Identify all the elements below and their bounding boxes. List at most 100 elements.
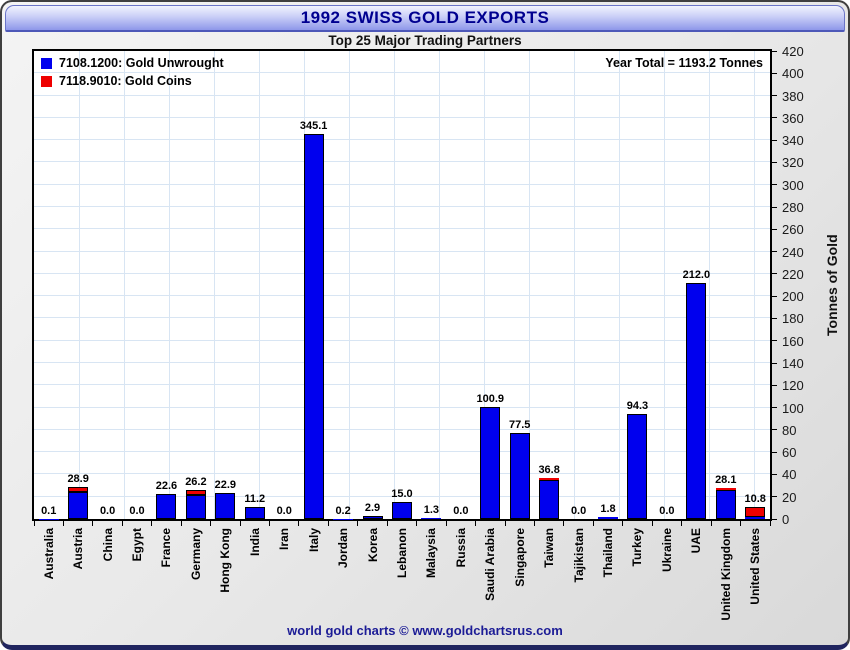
bar-value-label: 28.9: [67, 472, 89, 485]
x-tick: [769, 521, 771, 526]
bar-segment-unwrought: [627, 413, 648, 519]
y-tick: [772, 95, 777, 97]
x-tick: [327, 521, 329, 526]
y-tick: [772, 206, 777, 208]
y-tick-label: 0: [782, 512, 790, 527]
y-tick: [772, 228, 777, 230]
bar-segment-unwrought: [156, 493, 177, 519]
y-tick-label: 380: [782, 88, 804, 104]
x-tick: [504, 521, 506, 526]
y-tick-label: 280: [782, 200, 804, 215]
y-tick-label: 340: [782, 133, 804, 149]
chart-subtitle: Top 25 Major Trading Partners: [328, 33, 522, 48]
y-tick-label: 200: [782, 289, 804, 305]
y-tick: [772, 518, 777, 520]
chart-title: 1992 SWISS GOLD EXPORTS: [300, 8, 550, 27]
y-tick: [772, 295, 777, 297]
x-tick: [681, 521, 683, 526]
y-tick: [772, 429, 777, 431]
title-bar: 1992 SWISS GOLD EXPORTS: [5, 5, 845, 32]
x-label-slot: Malaysia: [417, 528, 446, 628]
x-axis-label: Italy: [306, 528, 321, 553]
x-tick: [210, 521, 212, 526]
x-tick: [239, 521, 241, 526]
legend-swatch-blue: [41, 57, 52, 69]
bar-value-label: 22.9: [214, 479, 237, 492]
bar-value-label: 0.0: [276, 505, 292, 517]
bar-group-united-kingdom: 28.1: [711, 51, 740, 519]
bar-segment-unwrought: [303, 134, 324, 519]
x-label-slot: Germany: [181, 528, 210, 628]
bar-group-saudi-arabia: 100.9: [476, 51, 505, 519]
x-label-slot: Austria: [63, 528, 92, 628]
y-tick-label: 180: [782, 311, 804, 327]
x-tick: [92, 521, 94, 526]
x-label-slot: Jordan: [328, 528, 357, 628]
y-tick-label: 160: [782, 333, 804, 349]
bar-group-india: 11.2: [240, 51, 269, 519]
x-axis-label: India: [247, 528, 262, 557]
x-label-slot: United States: [741, 528, 770, 628]
bar-segment-unwrought: [244, 506, 265, 519]
y-axis-title: Tonnes of Gold: [824, 234, 840, 336]
x-tick: [740, 521, 742, 526]
bar-value-label: 1.8: [600, 503, 616, 515]
y-tick-label: 260: [782, 222, 804, 238]
y-tick-label: 240: [782, 244, 804, 260]
bar-group-austria: 28.9: [63, 51, 92, 519]
legend-item-coins: 7118.9010: Gold Coins: [41, 74, 224, 88]
x-axis-label: United Kingdom: [718, 528, 733, 621]
bar-segment-unwrought: [480, 406, 501, 519]
y-tick-label: 420: [782, 44, 804, 59]
bar-group-iran: 0.0: [270, 51, 299, 519]
x-axis-label: Ukraine: [659, 528, 674, 573]
x-axis-label: Egypt: [130, 528, 145, 562]
bar-value-label: 11.2: [244, 492, 266, 505]
x-axis-label: China: [100, 528, 115, 562]
y-tick: [772, 72, 777, 74]
x-axis-label: Lebanon: [394, 528, 409, 578]
x-axis-label: Germany: [188, 528, 203, 581]
y-tick-label: 360: [782, 110, 804, 126]
x-axis-labels: Australia Austria China Egypt France Germany H…: [34, 528, 770, 628]
bar-group-korea: 2.9: [358, 51, 387, 519]
x-label-slot: Singapore: [505, 528, 534, 628]
y-tick: [772, 161, 777, 163]
x-tick: [121, 521, 123, 526]
y-tick: [772, 317, 777, 319]
x-tick: [416, 521, 418, 526]
bar-value-label: 0.0: [659, 505, 675, 517]
bar-value-label: 0.0: [99, 505, 116, 517]
x-tick: [151, 521, 153, 526]
bar-group-taiwan: 36.8: [534, 51, 563, 519]
x-label-slot: Australia: [34, 528, 63, 628]
x-label-slot: Thailand: [593, 528, 622, 628]
x-label-slot: Iran: [270, 528, 299, 628]
x-tick: [475, 521, 477, 526]
bar-group-italy: 345.1: [299, 51, 328, 519]
bar-value-label: 26.2: [185, 475, 207, 488]
x-label-slot: Korea: [358, 528, 387, 628]
bar-value-label: 100.9: [476, 392, 505, 405]
bar-value-label: 15.0: [391, 488, 413, 501]
x-label-slot: France: [152, 528, 181, 628]
x-tick: [533, 521, 535, 526]
y-tick: [772, 50, 777, 52]
x-axis-label: United States: [748, 528, 763, 605]
bar-value-label: 94.3: [626, 399, 649, 412]
y-tick: [772, 184, 777, 186]
x-tick: [710, 521, 712, 526]
legend-item-unwrought: 7108.1200: Gold Unwrought: [41, 56, 224, 70]
bar-value-label: 0.1: [41, 504, 57, 517]
x-tick: [62, 521, 64, 526]
y-tick: [772, 451, 777, 453]
legend-swatch-red: [41, 75, 52, 87]
bar-segment-unwrought: [215, 493, 236, 519]
bar-segment-unwrought: [362, 515, 383, 519]
footer-credit: world gold charts © www.goldchartsrus.co…: [287, 623, 563, 638]
x-axis-label: Taiwan: [542, 528, 557, 568]
plot-area: 0.1 28.9 0.0 0.0 22.6 26.2 22.9 11.2 0.0 345.1 0.2…: [32, 49, 772, 521]
x-axis-label: Thailand: [601, 528, 616, 578]
x-label-slot: United Kingdom: [711, 528, 740, 628]
bar-group-malaysia: 1.3: [417, 51, 446, 519]
